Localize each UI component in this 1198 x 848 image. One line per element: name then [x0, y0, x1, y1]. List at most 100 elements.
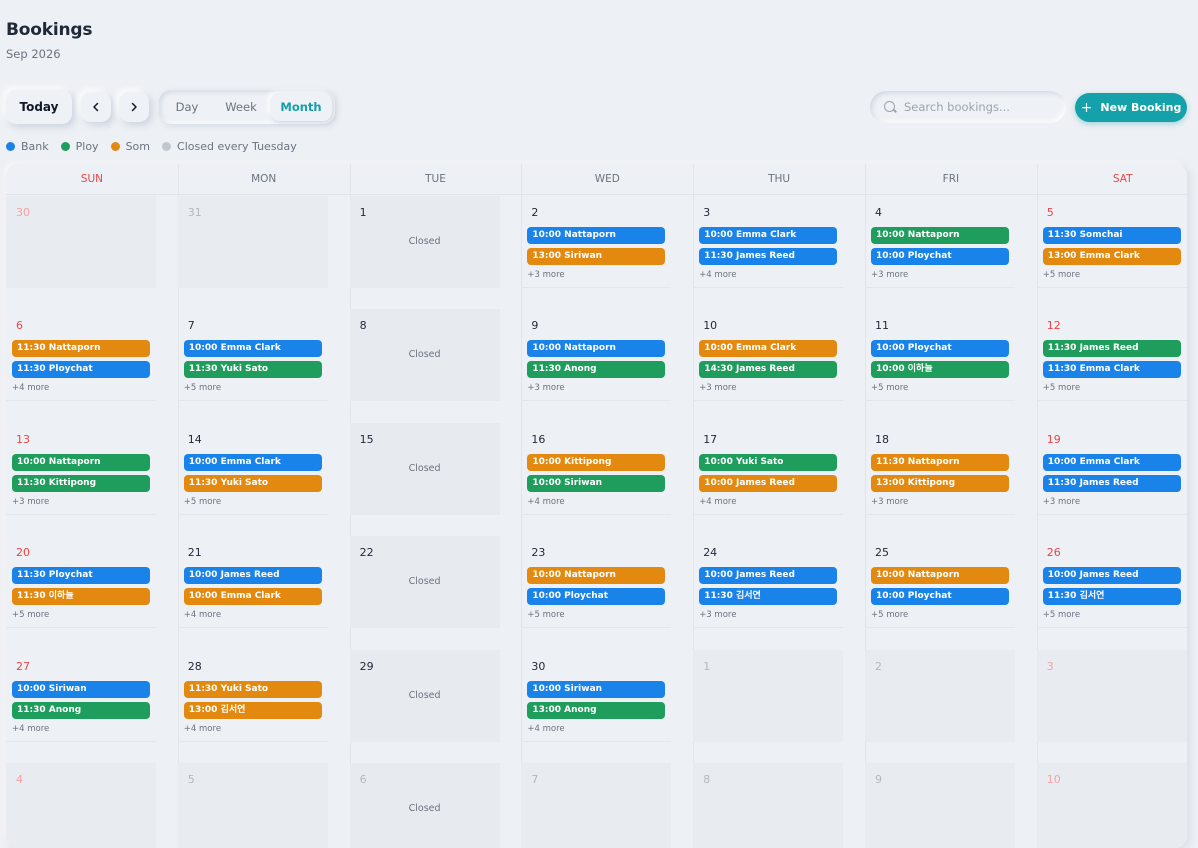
view-week-tab[interactable]: Week: [214, 93, 268, 121]
booking-chip[interactable]: 10:00 Nattaporn: [527, 340, 666, 358]
day-cell[interactable]: 28 11:30 Yuki Sato 13:00 김서연 +4 more: [177, 650, 328, 742]
more-bookings-link[interactable]: +5 more: [1043, 610, 1080, 620]
day-cell[interactable]: 16 10:00 Kittipong 10:00 Siriwan +4 more: [521, 423, 672, 515]
booking-chip[interactable]: 11:30 이하늘: [12, 588, 150, 606]
more-bookings-link[interactable]: +3 more: [527, 270, 564, 280]
day-cell[interactable]: 3 10:00 Emma Clark 11:30 James Reed +4 more: [693, 196, 844, 288]
more-bookings-link[interactable]: +3 more: [1043, 497, 1080, 507]
booking-chip[interactable]: 10:00 James Reed: [699, 567, 838, 585]
booking-chip[interactable]: 10:00 Emma Clark: [699, 340, 838, 358]
booking-chip[interactable]: 13:00 Siriwan: [527, 248, 666, 265]
more-bookings-link[interactable]: +4 more: [12, 724, 49, 734]
view-day-tab[interactable]: Day: [164, 93, 210, 121]
day-cell[interactable]: 23 10:00 Nattaporn 10:00 Ploychat +5 more: [521, 536, 672, 629]
booking-chip[interactable]: 11:30 Kittipong: [12, 474, 150, 492]
booking-chip[interactable]: 14:30 James Reed: [699, 361, 838, 379]
day-cell[interactable]: 15 Closed: [349, 422, 500, 515]
day-cell[interactable]: 10 10:00 Emma Clark 14:30 James Reed +3 mor…: [693, 309, 844, 402]
day-cell[interactable]: 21 10:00 James Reed 10:00 Emma Clark +4 mor…: [177, 536, 328, 629]
day-cell[interactable]: 10: [1036, 763, 1187, 848]
search-input[interactable]: [904, 97, 1054, 117]
more-bookings-link[interactable]: +4 more: [699, 497, 736, 507]
booking-chip[interactable]: 10:00 Ploychat: [871, 248, 1009, 265]
booking-chip[interactable]: 11:30 Yuki Sato: [183, 361, 322, 379]
day-cell[interactable]: 26 10:00 James Reed 11:30 김서연 +5 more: [1036, 536, 1187, 629]
booking-chip[interactable]: 10:00 Emma Clark: [183, 453, 322, 471]
booking-chip[interactable]: 11:30 Yuki Sato: [183, 474, 322, 492]
booking-chip[interactable]: 10:00 Nattaporn: [527, 567, 666, 585]
day-cell[interactable]: 8 Closed: [349, 309, 500, 402]
booking-chip[interactable]: 13:00 김서연: [183, 701, 322, 719]
more-bookings-link[interactable]: +5 more: [1043, 383, 1080, 393]
booking-chip[interactable]: 11:30 Ploychat: [12, 361, 150, 379]
booking-chip[interactable]: 10:00 Siriwan: [12, 680, 150, 698]
more-bookings-link[interactable]: +3 more: [699, 610, 736, 620]
day-cell[interactable]: 31: [177, 196, 328, 288]
day-cell[interactable]: 8: [693, 763, 844, 848]
booking-chip[interactable]: 10:00 Siriwan: [527, 474, 666, 492]
day-cell[interactable]: 29 Closed: [349, 649, 500, 742]
booking-chip[interactable]: 11:30 Nattaporn: [12, 340, 150, 358]
booking-chip[interactable]: 11:30 Somchai: [1042, 227, 1181, 244]
booking-chip[interactable]: 11:30 James Reed: [1042, 340, 1181, 358]
day-cell[interactable]: 17 10:00 Yuki Sato 10:00 James Reed +4 more: [693, 423, 844, 515]
day-cell[interactable]: 4: [6, 763, 156, 848]
booking-chip[interactable]: 10:00 Kittipong: [527, 453, 666, 471]
booking-chip[interactable]: 10:00 Emma Clark: [183, 340, 322, 358]
more-bookings-link[interactable]: +4 more: [527, 497, 564, 507]
day-cell[interactable]: 3: [1036, 649, 1187, 742]
booking-chip[interactable]: 11:30 Nattaporn: [871, 453, 1009, 471]
booking-chip[interactable]: 10:00 James Reed: [183, 567, 322, 585]
more-bookings-link[interactable]: +5 more: [184, 383, 221, 393]
more-bookings-link[interactable]: +3 more: [699, 383, 736, 393]
day-cell[interactable]: 22 Closed: [349, 536, 500, 629]
day-cell[interactable]: 14 10:00 Emma Clark 11:30 Yuki Sato +5 more: [177, 423, 328, 515]
booking-chip[interactable]: 11:30 김서연: [699, 588, 838, 606]
view-month-tab[interactable]: Month: [270, 93, 332, 121]
day-cell[interactable]: 12 11:30 James Reed 11:30 Emma Clark +5 mor…: [1036, 309, 1187, 402]
booking-chip[interactable]: 10:00 Ploychat: [871, 588, 1009, 606]
more-bookings-link[interactable]: +5 more: [527, 610, 564, 620]
more-bookings-link[interactable]: +4 more: [699, 270, 736, 280]
more-bookings-link[interactable]: +3 more: [871, 270, 908, 280]
booking-chip[interactable]: 11:30 Anong: [12, 701, 150, 719]
day-cell[interactable]: 11 10:00 Ploychat 10:00 이하늘 +5 more: [865, 309, 1015, 402]
day-cell[interactable]: 4 10:00 Nattaporn 10:00 Ploychat +3 more: [865, 196, 1015, 288]
day-cell[interactable]: 30 10:00 Siriwan 13:00 Anong +4 more: [521, 650, 672, 742]
more-bookings-link[interactable]: +5 more: [184, 497, 221, 507]
booking-chip[interactable]: 10:00 Ploychat: [527, 588, 666, 606]
day-cell[interactable]: 30: [6, 196, 156, 288]
more-bookings-link[interactable]: +4 more: [184, 724, 221, 734]
today-button[interactable]: Today: [6, 90, 72, 124]
day-cell[interactable]: 1 Closed: [349, 196, 500, 288]
day-cell[interactable]: 25 10:00 Nattaporn 10:00 Ploychat +5 more: [865, 536, 1015, 629]
day-cell[interactable]: 7 10:00 Emma Clark 11:30 Yuki Sato +5 more: [177, 309, 328, 402]
booking-chip[interactable]: 11:30 James Reed: [1042, 474, 1181, 492]
more-bookings-link[interactable]: +5 more: [1043, 270, 1080, 280]
booking-chip[interactable]: 10:00 Nattaporn: [871, 567, 1009, 585]
booking-chip[interactable]: 10:00 James Reed: [699, 474, 838, 492]
day-cell[interactable]: 9: [865, 763, 1015, 848]
booking-chip[interactable]: 10:00 Emma Clark: [1042, 453, 1181, 471]
booking-chip[interactable]: 10:00 Nattaporn: [871, 227, 1009, 244]
day-cell[interactable]: 7: [521, 763, 672, 848]
booking-chip[interactable]: 10:00 Nattaporn: [12, 453, 150, 471]
booking-chip[interactable]: 10:00 James Reed: [1042, 567, 1181, 585]
booking-chip[interactable]: 11:30 Yuki Sato: [183, 680, 322, 698]
booking-chip[interactable]: 11:30 Anong: [527, 361, 666, 379]
day-cell[interactable]: 1: [693, 649, 844, 742]
booking-chip[interactable]: 13:00 Kittipong: [871, 474, 1009, 492]
more-bookings-link[interactable]: +5 more: [871, 610, 908, 620]
day-cell[interactable]: 9 10:00 Nattaporn 11:30 Anong +3 more: [521, 309, 672, 402]
more-bookings-link[interactable]: +3 more: [12, 497, 49, 507]
day-cell[interactable]: 13 10:00 Nattaporn 11:30 Kittipong +3 more: [6, 423, 156, 515]
more-bookings-link[interactable]: +4 more: [12, 383, 49, 393]
day-cell[interactable]: 24 10:00 James Reed 11:30 김서연 +3 more: [693, 536, 844, 629]
day-cell[interactable]: 5 11:30 Somchai 13:00 Emma Clark +5 more: [1036, 196, 1187, 288]
booking-chip[interactable]: 11:30 James Reed: [699, 248, 838, 265]
day-cell[interactable]: 5: [177, 763, 328, 848]
booking-chip[interactable]: 11:30 Ploychat: [12, 567, 150, 585]
more-bookings-link[interactable]: +3 more: [871, 497, 908, 507]
more-bookings-link[interactable]: +4 more: [184, 610, 221, 620]
booking-chip[interactable]: 10:00 Emma Clark: [699, 227, 838, 244]
